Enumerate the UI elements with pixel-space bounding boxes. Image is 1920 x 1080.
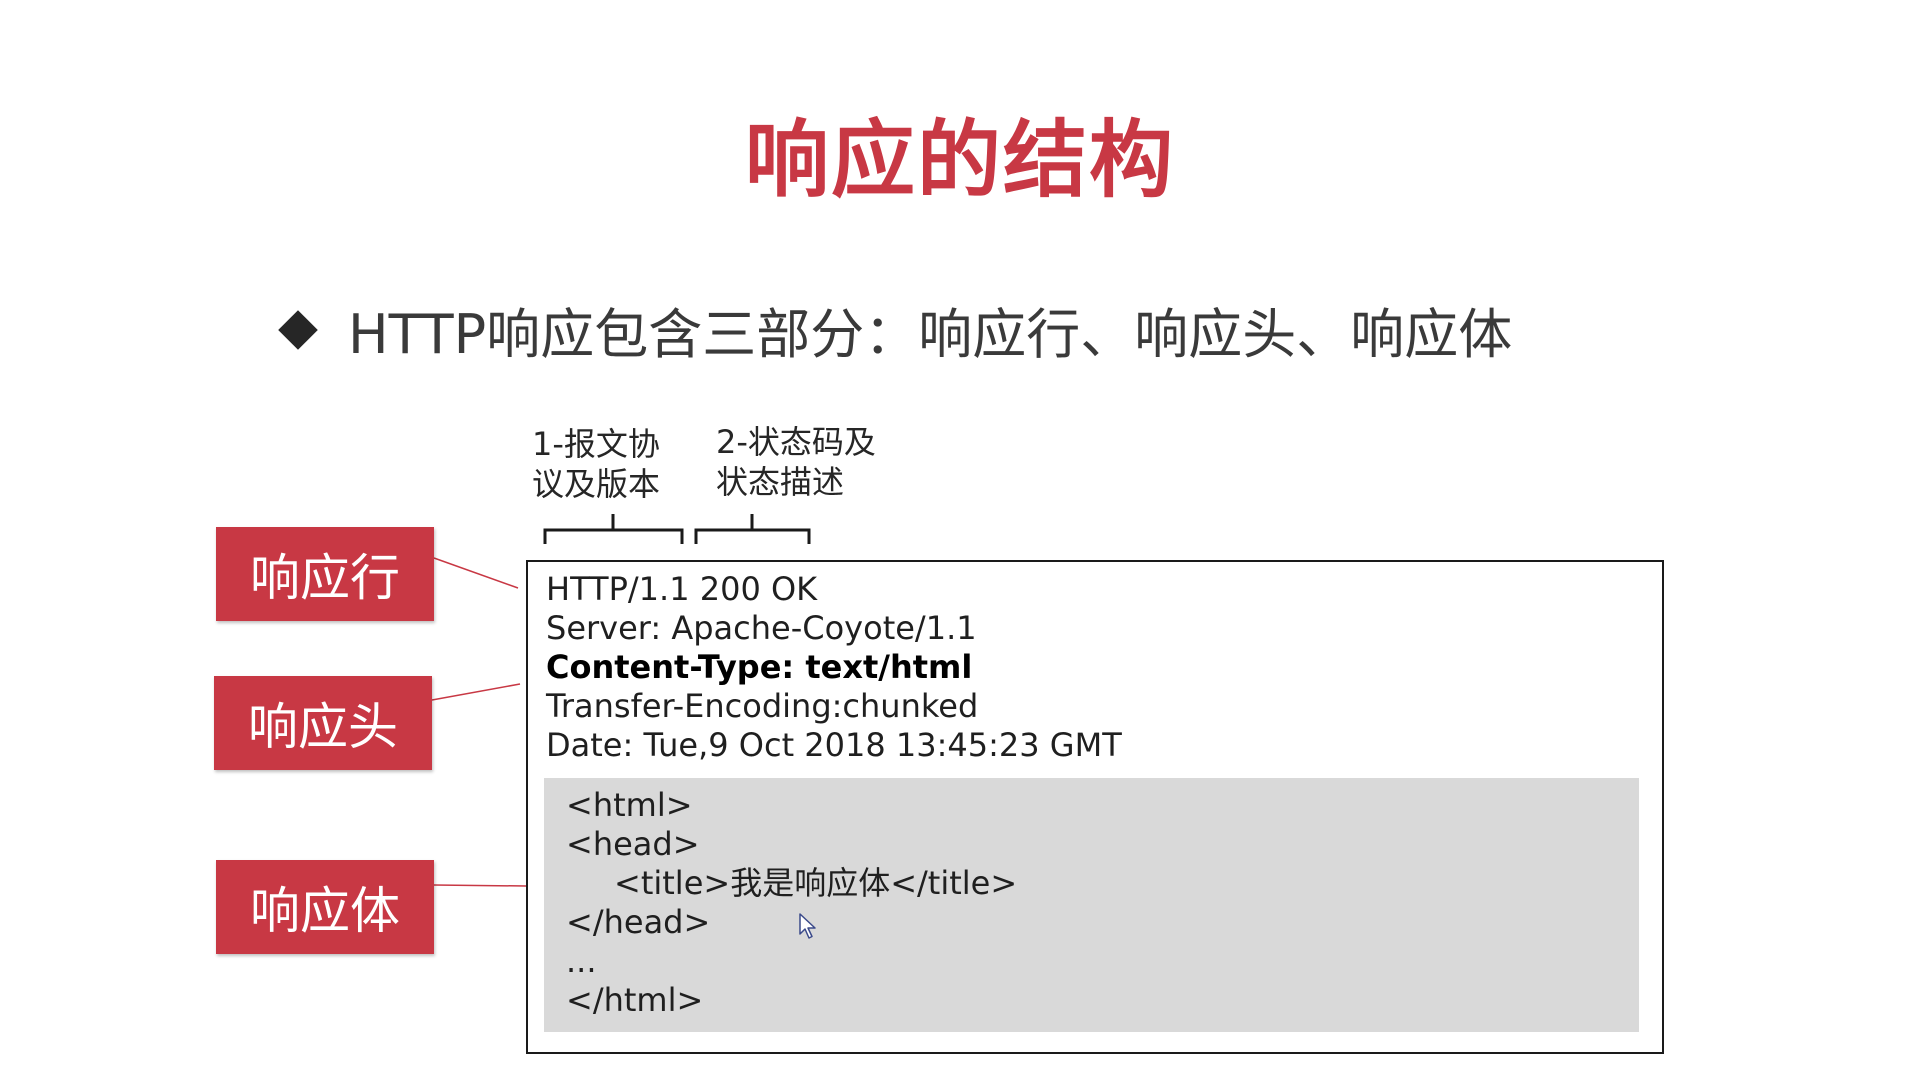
body-line: <title>我是响应体</title>: [614, 864, 1018, 902]
body-line: </html>: [566, 981, 704, 1019]
response-headers-connector: [431, 683, 521, 701]
protocol-brace: [543, 514, 684, 544]
response-line-label: 响应行: [216, 527, 434, 621]
response-body-connector: [433, 884, 527, 887]
response-body-panel: <html> <head> <title>我是响应体</title> </hea…: [544, 778, 1639, 1032]
status-brace: [694, 514, 811, 544]
header-content-type: Content-Type: text/html: [546, 648, 973, 686]
response-body-label: 响应体: [216, 860, 434, 954]
header-transfer-encoding: Transfer-Encoding:chunked: [546, 687, 979, 725]
status-line: HTTP/1.1 200 OK: [546, 570, 818, 608]
mouse-cursor-icon: [799, 913, 816, 939]
header-date: Date: Tue,9 Oct 2018 13:45:23 GMT: [546, 726, 1122, 764]
response-line-connector: [433, 557, 519, 589]
body-line: <head>: [566, 825, 700, 863]
response-headers-label: 响应头: [214, 676, 432, 770]
body-line: <html>: [566, 786, 693, 824]
header-server: Server: Apache-Coyote/1.1: [546, 609, 977, 647]
http-response-box: HTTP/1.1 200 OK Server: Apache-Coyote/1.…: [526, 560, 1664, 1054]
response-head-lines: HTTP/1.1 200 OK Server: Apache-Coyote/1.…: [546, 570, 1122, 765]
body-line: </head>: [566, 903, 711, 941]
slide: 响应的结构 HTTP响应包含三部分：响应行、响应头、响应体 1-报文协 议及版本…: [0, 0, 1920, 1080]
body-line: ...: [566, 942, 597, 980]
response-body-lines: <html> <head> <title>我是响应体</title> </hea…: [566, 786, 1017, 1020]
